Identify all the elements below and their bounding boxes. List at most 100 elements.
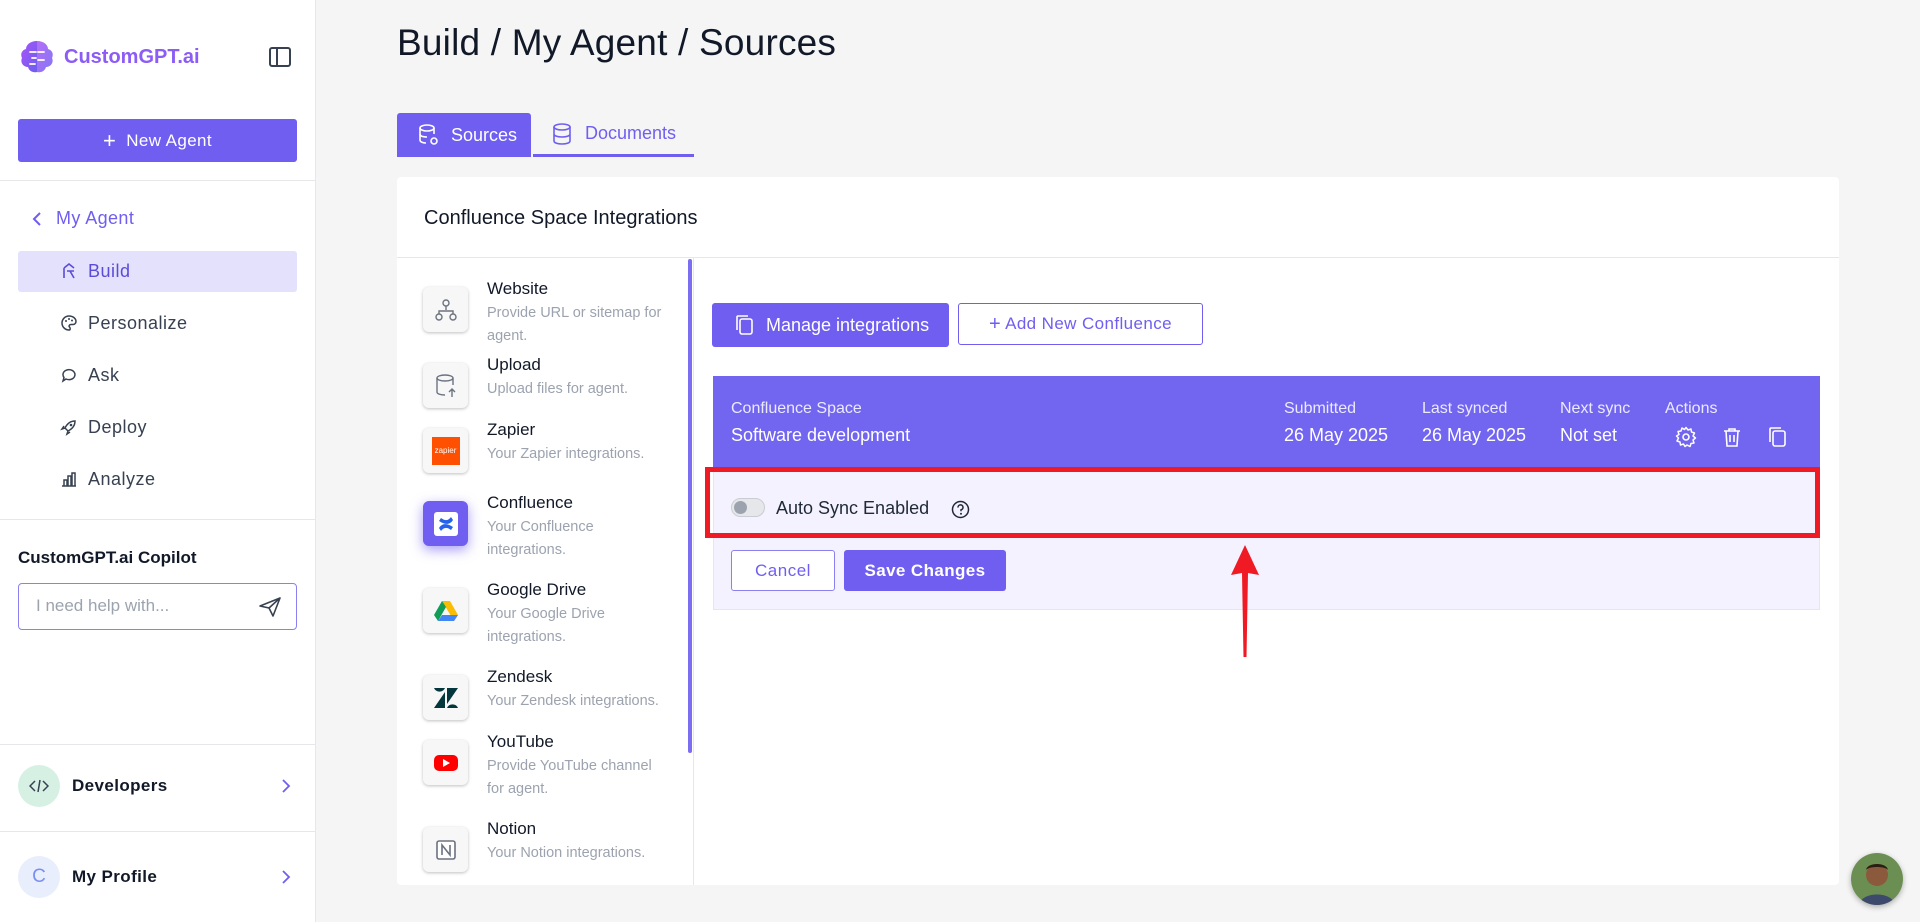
add-label: Add New Confluence — [1005, 314, 1172, 333]
developers-link[interactable]: Developers — [18, 764, 297, 808]
annotation-arrow-icon — [1231, 545, 1259, 657]
source-desc: Provide URL or sitemap for agent. — [487, 305, 662, 344]
page-title: Build / My Agent / Sources — [397, 22, 837, 63]
source-name: Google Drive — [487, 580, 587, 599]
youtube-icon — [423, 740, 468, 785]
highlight-box — [705, 467, 1820, 538]
profile-label: My Profile — [72, 867, 158, 886]
source-desc: Upload files for agent. — [487, 381, 629, 397]
plus-icon: + — [988, 313, 1002, 335]
cell-last-synced: 26 May 2025 — [1422, 425, 1527, 445]
manage-integrations-button[interactable]: Manage integrations — [712, 303, 949, 347]
user-photo-icon — [1851, 853, 1903, 905]
sidebar-toggle-icon[interactable] — [268, 46, 292, 68]
col-header-actions: Actions — [1665, 400, 1718, 417]
source-name: Website — [487, 279, 549, 298]
developers-label: Developers — [72, 776, 168, 795]
sidebar-item-personalize[interactable]: Personalize — [18, 303, 297, 344]
source-desc: Your Google Drive integrations. — [487, 606, 605, 645]
source-list-scrollbar[interactable] — [688, 259, 692, 753]
source-desc: Your Notion integrations. — [487, 845, 646, 861]
sidebar: CustomGPT.ai + New Agent My Agent Build … — [0, 0, 316, 922]
database-settings-icon — [419, 124, 438, 145]
back-link-label: My Agent — [56, 208, 135, 228]
chevron-right-icon — [282, 779, 291, 793]
trash-icon[interactable] — [1721, 426, 1743, 448]
source-name: Confluence — [487, 493, 574, 512]
col-header-next-sync: Next sync — [1560, 400, 1631, 417]
zapier-icon: zapier — [423, 428, 468, 473]
my-profile-link[interactable]: C My Profile — [18, 855, 297, 899]
sidebar-item-build[interactable]: Build — [18, 251, 297, 292]
zendesk-icon — [423, 675, 468, 720]
new-agent-button[interactable]: + New Agent — [18, 119, 297, 162]
sidebar-item-label: Ask — [88, 365, 120, 385]
integration-table-header-row: Confluence Space Software development Su… — [713, 376, 1820, 468]
divider — [693, 258, 694, 885]
tab-documents[interactable]: Documents — [533, 113, 694, 157]
rocket-icon — [60, 420, 76, 436]
source-name: Upload — [487, 355, 541, 374]
col-header-space: Confluence Space — [731, 400, 862, 417]
copilot-input[interactable] — [19, 584, 239, 628]
divider — [0, 180, 316, 181]
cell-space: Software development — [731, 425, 911, 445]
notion-icon — [423, 827, 468, 872]
copy-icon[interactable] — [1766, 426, 1788, 448]
sidebar-item-ask[interactable]: Ask — [18, 355, 297, 396]
new-agent-label: New Agent — [126, 130, 213, 150]
save-changes-button[interactable]: Save Changes — [844, 550, 1006, 591]
plus-icon: + — [102, 127, 117, 153]
cancel-button[interactable]: Cancel — [731, 550, 835, 591]
user-avatar-button[interactable] — [1851, 853, 1903, 905]
source-name: Zapier — [487, 420, 536, 439]
chat-icon — [61, 368, 76, 383]
sidebar-item-analyze[interactable]: Analyze — [18, 459, 297, 500]
tab-sources[interactable]: Sources — [397, 113, 531, 157]
manage-label: Manage integrations — [766, 314, 930, 335]
source-desc: Provide YouTube channel for agent. — [487, 758, 652, 797]
database-icon — [553, 122, 571, 145]
sidebar-item-label: Build — [88, 261, 131, 281]
send-icon[interactable] — [258, 596, 282, 618]
sidebar-item-deploy[interactable]: Deploy — [18, 407, 297, 448]
divider — [0, 519, 316, 520]
cell-next-sync: Not set — [1560, 425, 1618, 445]
source-desc: Your Zapier integrations. — [487, 446, 645, 462]
copilot-title: CustomGPT.ai Copilot — [18, 548, 197, 567]
tab-label: Sources — [451, 124, 518, 145]
upload-database-icon — [423, 363, 468, 408]
zapier-logo-text: zapier — [431, 436, 460, 465]
copilot-input-box — [18, 583, 297, 630]
col-header-last-synced: Last synced — [1422, 400, 1508, 417]
sidebar-item-label: Analyze — [88, 469, 156, 489]
chart-icon — [62, 472, 76, 487]
col-header-submitted: Submitted — [1284, 400, 1357, 417]
cell-submitted: 26 May 2025 — [1284, 425, 1389, 445]
profile-avatar: C — [18, 856, 60, 898]
tab-label: Documents — [585, 123, 677, 143]
sidebar-item-label: Personalize — [88, 313, 188, 333]
panel-title: Confluence Space Integrations — [424, 207, 698, 229]
source-name: YouTube — [487, 732, 554, 751]
source-desc: Your Confluence integrations. — [487, 519, 594, 558]
logo[interactable]: CustomGPT.ai — [18, 38, 200, 76]
code-icon — [18, 765, 60, 807]
google-drive-icon — [423, 588, 468, 633]
source-desc: Your Zendesk integrations. — [487, 693, 659, 709]
chevron-left-icon — [32, 211, 41, 226]
palette-icon — [61, 315, 77, 331]
confluence-icon — [423, 501, 468, 546]
copy-icon — [736, 315, 753, 335]
chevron-right-icon — [282, 870, 291, 884]
source-list: Website Provide URL or sitemap for agent… — [397, 258, 693, 885]
sidebar-item-label: Deploy — [88, 417, 148, 437]
add-new-confluence-button[interactable]: + Add New Confluence — [958, 303, 1203, 345]
logo-text: CustomGPT.ai — [64, 45, 200, 68]
build-icon — [63, 262, 75, 279]
divider — [0, 744, 316, 745]
gear-icon[interactable] — [1675, 426, 1697, 448]
back-to-my-agent-link[interactable]: My Agent — [32, 208, 134, 229]
brain-logo-icon — [21, 41, 53, 73]
source-name: Notion — [487, 819, 537, 838]
